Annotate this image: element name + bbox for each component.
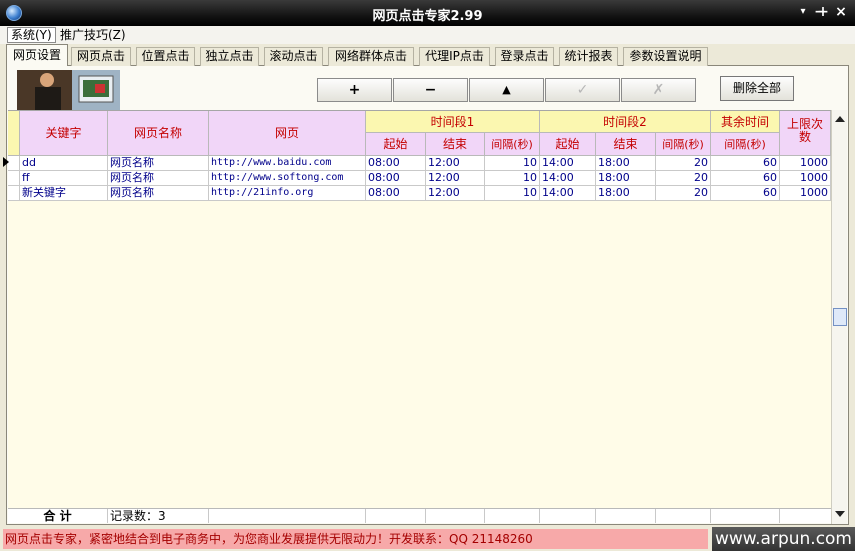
cell-keyword[interactable]: ff <box>20 171 108 186</box>
header-url[interactable]: 网页 <box>209 111 366 156</box>
menu-system[interactable]: 系统(Y) <box>7 27 56 43</box>
tab-page-click[interactable]: 网页点击 <box>71 47 131 66</box>
summary-cell <box>596 509 656 523</box>
keyword-grid[interactable]: 关键字 网页名称 网页 时间段1 时间段2 其余时间 上限次数 起始 结束 间隔… <box>8 110 831 523</box>
tab-statistics-report[interactable]: 统计报表 <box>559 47 618 66</box>
confirm-button[interactable]: ✓ <box>545 78 620 102</box>
add-button[interactable]: + <box>317 78 392 102</box>
header-page-name[interactable]: 网页名称 <box>108 111 209 156</box>
cell-p1-interval[interactable]: 10 <box>485 171 540 186</box>
vertical-scrollbar[interactable] <box>831 110 847 524</box>
header-limit[interactable]: 上限次数 <box>780 111 831 156</box>
header-other-interval[interactable]: 间隔(秒) <box>711 133 780 156</box>
tab-independent-click[interactable]: 独立点击 <box>200 47 259 66</box>
header-p1-start[interactable]: 起始 <box>366 133 426 156</box>
banner-image <box>17 70 120 110</box>
cell-p1-start[interactable]: 08:00 <box>366 156 426 171</box>
cell-p2-start[interactable]: 14:00 <box>540 171 596 186</box>
cell-limit[interactable]: 1000 <box>780 171 831 186</box>
scroll-up-arrow-icon[interactable] <box>835 116 845 122</box>
watermark: www.arpun.com <box>712 527 855 551</box>
cell-p2-end[interactable]: 18:00 <box>596 156 656 171</box>
window-title: 网页点击专家2.99 <box>372 9 483 24</box>
cell-p1-start[interactable]: 08:00 <box>366 186 426 201</box>
header-period1: 时间段1 <box>366 111 540 133</box>
cell-keyword[interactable]: 新关键字 <box>20 186 108 201</box>
cell-p1-end[interactable]: 12:00 <box>426 171 485 186</box>
tab-login-click[interactable]: 登录点击 <box>495 47 554 66</box>
cancel-button[interactable]: ✗ <box>621 78 696 102</box>
scroll-thumb[interactable] <box>833 308 847 326</box>
total-label: 合 计 <box>8 509 108 523</box>
cell-keyword[interactable]: dd <box>20 156 108 171</box>
tab-parameter-help[interactable]: 参数设置说明 <box>623 47 708 66</box>
cell-p1-start[interactable]: 08:00 <box>366 171 426 186</box>
row-indicator-cell <box>8 186 20 201</box>
cell-url[interactable]: http://www.softong.com <box>209 171 366 186</box>
cell-page-name[interactable]: 网页名称 <box>108 156 209 171</box>
header-p1-end[interactable]: 结束 <box>426 133 485 156</box>
header-keyword[interactable]: 关键字 <box>20 111 108 156</box>
status-bar: 网页点击专家，紧密地结合到电子商务中，为您商业发展提供无限动力！开发联系：QQ … <box>0 527 855 551</box>
summary-cell <box>426 509 485 523</box>
status-message: 网页点击专家，紧密地结合到电子商务中，为您商业发展提供无限动力！开发联系：QQ … <box>3 529 708 549</box>
cell-p1-end[interactable]: 12:00 <box>426 156 485 171</box>
scroll-down-arrow-icon[interactable] <box>835 511 845 517</box>
header-indicator-column <box>8 111 20 156</box>
cell-other-interval[interactable]: 60 <box>711 186 780 201</box>
header-period2: 时间段2 <box>540 111 711 133</box>
cell-limit[interactable]: 1000 <box>780 156 831 171</box>
header-p2-start[interactable]: 起始 <box>540 133 596 156</box>
cell-page-name[interactable]: 网页名称 <box>108 186 209 201</box>
header-other-time: 其余时间 <box>711 111 780 133</box>
cell-other-interval[interactable]: 60 <box>711 156 780 171</box>
remove-button[interactable]: − <box>393 78 468 102</box>
cell-p2-interval[interactable]: 20 <box>656 171 711 186</box>
summary-cell <box>366 509 426 523</box>
cell-page-name[interactable]: 网页名称 <box>108 171 209 186</box>
tab-scroll-click[interactable]: 滚动点击 <box>264 47 323 66</box>
header-p2-interval[interactable]: 间隔(秒) <box>656 133 711 156</box>
tab-page-settings[interactable]: 网页设置 <box>6 44 68 66</box>
menu-promotion-tips[interactable]: 推广技巧(Z) <box>57 27 129 43</box>
summary-cell <box>540 509 596 523</box>
record-count: 记录数：3 <box>108 509 209 523</box>
cell-p1-end[interactable]: 12:00 <box>426 186 485 201</box>
close-button[interactable]: × <box>833 4 849 20</box>
cell-url[interactable]: http://21info.org <box>209 186 366 201</box>
header-p1-interval[interactable]: 间隔(秒) <box>485 133 540 156</box>
cell-url[interactable]: http://www.baidu.com <box>209 156 366 171</box>
cell-p2-end[interactable]: 18:00 <box>596 186 656 201</box>
summary-cell <box>485 509 540 523</box>
cell-p2-start[interactable]: 14:00 <box>540 156 596 171</box>
cell-p2-interval[interactable]: 20 <box>656 186 711 201</box>
cell-p1-interval[interactable]: 10 <box>485 186 540 201</box>
summary-cell <box>209 509 366 523</box>
menu-bar: 系统(Y) 推广技巧(Z) <box>0 26 855 44</box>
summary-cell <box>656 509 711 523</box>
row-indicator-cell <box>8 156 20 171</box>
menu-dropdown-icon[interactable]: ▾ <box>795 4 811 20</box>
delete-all-button[interactable]: 删除全部 <box>720 76 794 101</box>
summary-cell <box>711 509 780 523</box>
maximize-button[interactable]: + <box>815 4 831 20</box>
tab-proxy-ip-click[interactable]: 代理IP点击 <box>419 47 490 66</box>
cell-p2-interval[interactable]: 20 <box>656 156 711 171</box>
summary-row: 合 计 记录数：3 <box>8 508 831 523</box>
tab-strip: 网页设置 网页点击 位置点击 独立点击 滚动点击 网络群体点击 代理IP点击 登… <box>6 44 849 66</box>
cell-p1-interval[interactable]: 10 <box>485 156 540 171</box>
cell-p2-start[interactable]: 14:00 <box>540 186 596 201</box>
cell-p2-end[interactable]: 18:00 <box>596 171 656 186</box>
cell-limit[interactable]: 1000 <box>780 186 831 201</box>
move-up-button[interactable]: ▲ <box>469 78 544 102</box>
tab-network-group-click[interactable]: 网络群体点击 <box>328 47 414 66</box>
current-row-indicator-icon <box>3 157 9 167</box>
header-p2-end[interactable]: 结束 <box>596 133 656 156</box>
cell-other-interval[interactable]: 60 <box>711 171 780 186</box>
row-indicator-cell <box>8 171 20 186</box>
title-bar: 网页点击专家2.99 ▾ − + × <box>0 0 855 26</box>
tab-position-click[interactable]: 位置点击 <box>136 47 195 66</box>
